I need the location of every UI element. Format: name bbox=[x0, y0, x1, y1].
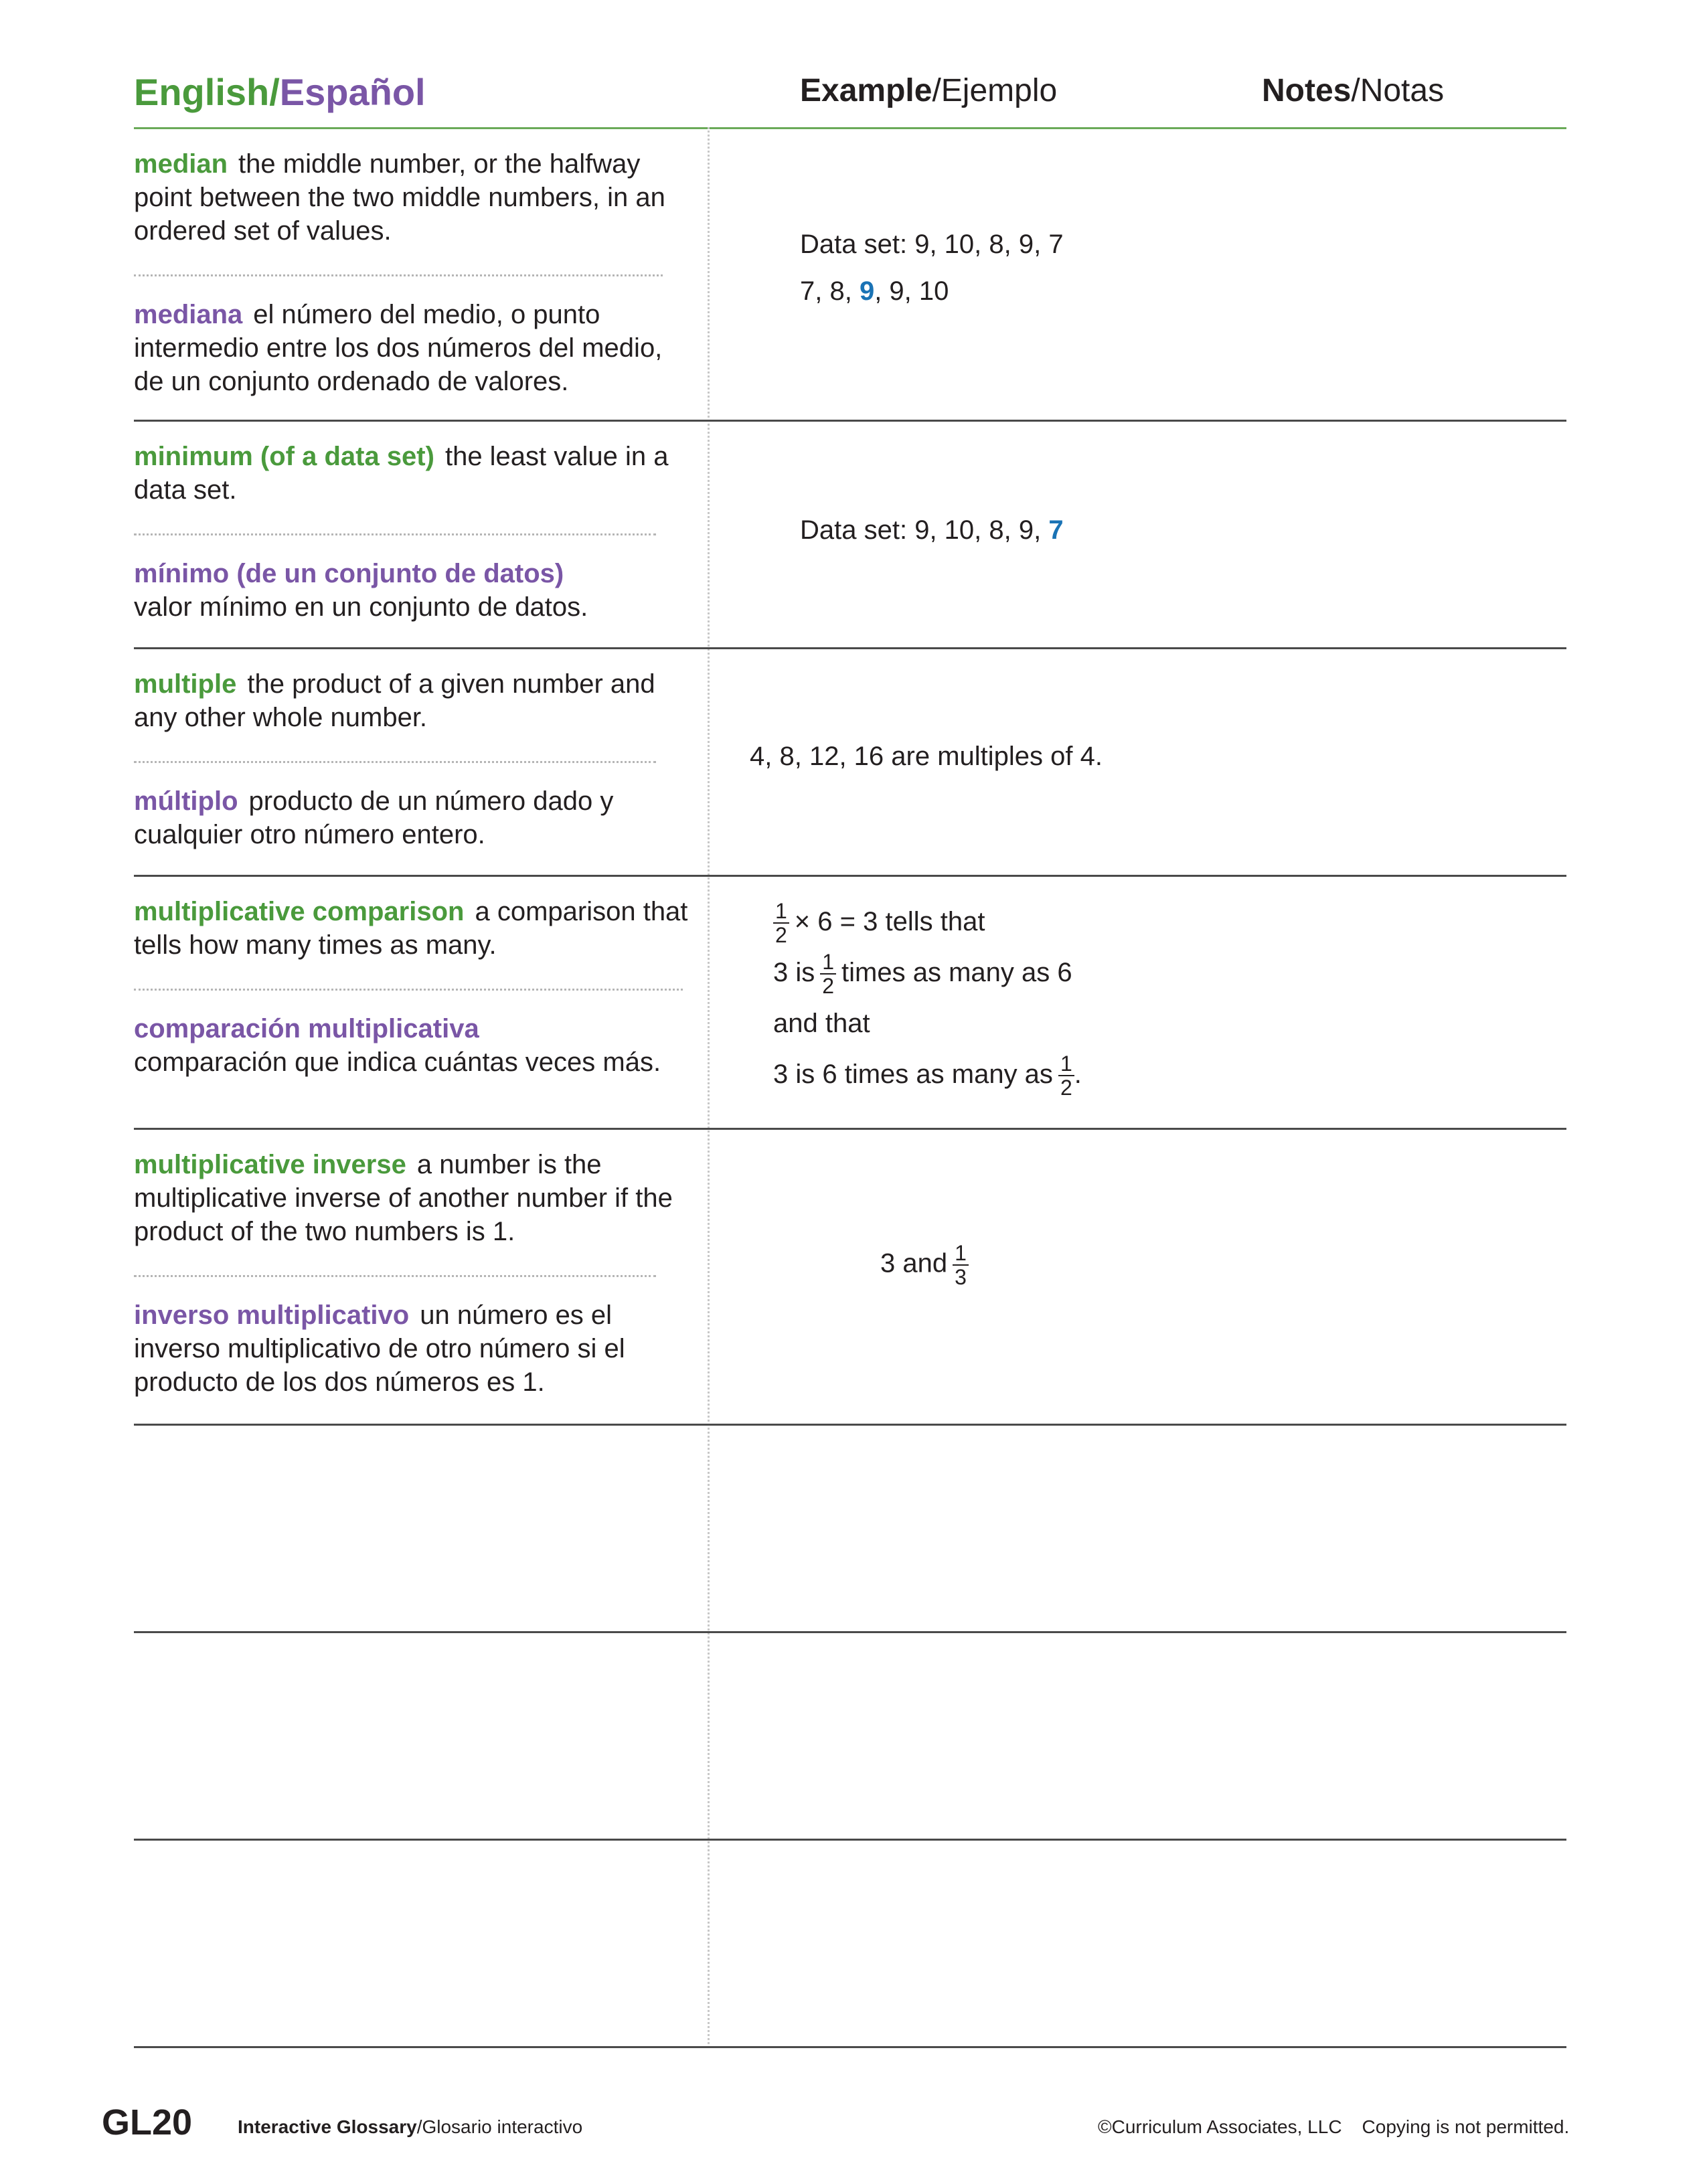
term-es: comparación multiplicativa bbox=[134, 1014, 479, 1043]
glossary-row-empty bbox=[134, 1631, 1566, 1841]
definition-en: multiple the product of a given number an… bbox=[134, 667, 689, 734]
term-en: multiplicative inverse bbox=[134, 1150, 406, 1179]
fraction-denominator: 2 bbox=[822, 974, 835, 999]
copy-notice: Copying is not permitted. bbox=[1362, 2116, 1570, 2137]
example-line-2: 3 is 1 2 times as many as 6 bbox=[773, 947, 1082, 998]
header-example: Example/Ejemplo bbox=[800, 72, 1057, 109]
example-text: times as many as 6 bbox=[841, 958, 1072, 987]
example-text: × 6 = 3 tells that bbox=[794, 907, 985, 936]
definition-text-es: comparación que indica cuántas veces más… bbox=[134, 1047, 661, 1077]
definition-en: multiplicative comparison a comparison th… bbox=[134, 895, 696, 962]
definition-es: múltiplo producto de un número dado y cua… bbox=[134, 784, 689, 851]
example-text: 3 is 6 times as many as bbox=[773, 1060, 1053, 1089]
definition-es: inverso multiplicativo un número es el in… bbox=[134, 1298, 689, 1399]
fraction-denominator: 2 bbox=[775, 923, 787, 948]
example-highlight: 7 bbox=[1048, 515, 1064, 545]
term-es: mínimo (de un conjunto de datos) bbox=[134, 559, 564, 588]
glossary-row-minimum: minimum (of a data set) the least value i… bbox=[134, 420, 1566, 649]
definition-en: multiplicative inverse a number is the mu… bbox=[134, 1148, 689, 1248]
example-text: , 9, 10 bbox=[874, 276, 949, 306]
example-line-4: 3 is 6 times as many as 1 2. bbox=[773, 1049, 1082, 1100]
definition-es: mediana el número del medio, o punto inte… bbox=[134, 298, 689, 398]
example-multiple: 4, 8, 12, 16 are multiples of 4. bbox=[750, 742, 1103, 771]
definition-en: median the middle number, or the halfway … bbox=[134, 147, 689, 248]
fraction-one-half: 12 bbox=[820, 950, 837, 999]
example-text: 3 is bbox=[773, 958, 815, 987]
example-text: Data set: 9, 10, 8, 9, bbox=[800, 515, 1049, 545]
footer-title-rest: /Glosario interactivo bbox=[416, 2116, 583, 2137]
header-espanol: Español bbox=[279, 71, 426, 113]
example-multiplicative-inverse: 3 and 1 3 bbox=[880, 1242, 974, 1288]
definition-en: minimum (of a data set) the least value i… bbox=[134, 440, 689, 507]
example-line-3: and that bbox=[773, 1009, 870, 1038]
footer-title: Interactive Glossary/Glosario interactiv… bbox=[238, 2116, 582, 2138]
footer-title-bold: Interactive Glossary bbox=[238, 2116, 417, 2137]
example-line: Data set: 9, 10, 8, 9, 7 bbox=[800, 230, 1064, 259]
example-text: . bbox=[1074, 1060, 1082, 1089]
fraction-numerator: 1 bbox=[773, 900, 789, 924]
definition-es: comparación multiplicativa comparación qu… bbox=[134, 1012, 696, 1079]
term-en: minimum (of a data set) bbox=[134, 442, 434, 471]
example-multiplicative-comparison: 1 2 × 6 = 3 tells that 3 is 1 2 times as many… bbox=[773, 896, 1082, 1100]
term-en: median bbox=[134, 149, 228, 179]
dotted-separator bbox=[134, 274, 663, 276]
fraction-numerator: 1 bbox=[820, 950, 837, 975]
glossary-row-multiplicative-inverse: multiplicative inverse a number is the mu… bbox=[134, 1128, 1566, 1426]
header-english: English bbox=[134, 71, 270, 113]
dotted-separator bbox=[134, 989, 683, 991]
definition-text-es: valor mínimo en un conjunto de datos. bbox=[134, 592, 588, 622]
example-text: 3 and bbox=[880, 1248, 948, 1278]
dotted-separator bbox=[134, 533, 656, 535]
dotted-separator bbox=[134, 1275, 656, 1277]
glossary-row-multiplicative-comparison: multiplicative comparison a comparison th… bbox=[134, 875, 1566, 1130]
glossary-row-empty bbox=[134, 1424, 1566, 1633]
glossary-header: English/Español Example/Ejemplo Notes/No… bbox=[134, 67, 1566, 129]
header-example-bold: Example bbox=[800, 73, 932, 108]
term-es: múltiplo bbox=[134, 786, 238, 816]
header-slash: / bbox=[269, 71, 280, 113]
footer-copyright: ©Curriculum Associates, LLC Copying is no… bbox=[1098, 2116, 1569, 2138]
example-median: Data set: 9, 10, 8, 9, 7 7, 8, 9, 9, 10 bbox=[800, 228, 1064, 308]
fraction-one-half: 12 bbox=[1058, 1052, 1074, 1099]
example-minimum: Data set: 9, 10, 8, 9, 7 bbox=[800, 513, 1064, 547]
term-es: mediana bbox=[134, 300, 243, 329]
fraction-one-half: 12 bbox=[773, 900, 789, 946]
header-english-espanol: English/Español bbox=[134, 70, 426, 114]
example-line-ordered: 7, 8, 9, 9, 10 bbox=[800, 274, 1064, 308]
dotted-separator bbox=[134, 761, 656, 763]
fraction-denominator: 2 bbox=[1060, 1076, 1072, 1100]
glossary-row-multiple: multiple the product of a given number an… bbox=[134, 647, 1566, 877]
glossary-row-median: median the middle number, or the halfway … bbox=[134, 127, 1566, 422]
term-en: multiplicative comparison bbox=[134, 897, 465, 926]
term-en: multiple bbox=[134, 669, 237, 699]
fraction-denominator: 3 bbox=[955, 1265, 967, 1289]
fraction-numerator: 1 bbox=[953, 1242, 969, 1266]
header-notes: Notes/Notas bbox=[1262, 72, 1444, 109]
fraction-one-third: 13 bbox=[953, 1242, 969, 1288]
term-es: inverso multiplicativo bbox=[134, 1300, 410, 1330]
header-notes-bold: Notes bbox=[1262, 73, 1352, 108]
example-text: 7, 8, bbox=[800, 276, 860, 306]
header-notes-rest: /Notas bbox=[1351, 73, 1445, 108]
fraction-numerator: 1 bbox=[1058, 1052, 1074, 1077]
glossary-row-empty bbox=[134, 1839, 1566, 2048]
header-example-rest: /Ejemplo bbox=[932, 73, 1058, 108]
page-code: GL20 bbox=[102, 2102, 193, 2143]
example-highlight: 9 bbox=[859, 276, 875, 306]
copyright-text: ©Curriculum Associates, LLC bbox=[1098, 2116, 1342, 2137]
example-line-1: 1 2 × 6 = 3 tells that bbox=[773, 896, 1082, 947]
definition-es: mínimo (de un conjunto de datos) valor mí… bbox=[134, 557, 689, 624]
